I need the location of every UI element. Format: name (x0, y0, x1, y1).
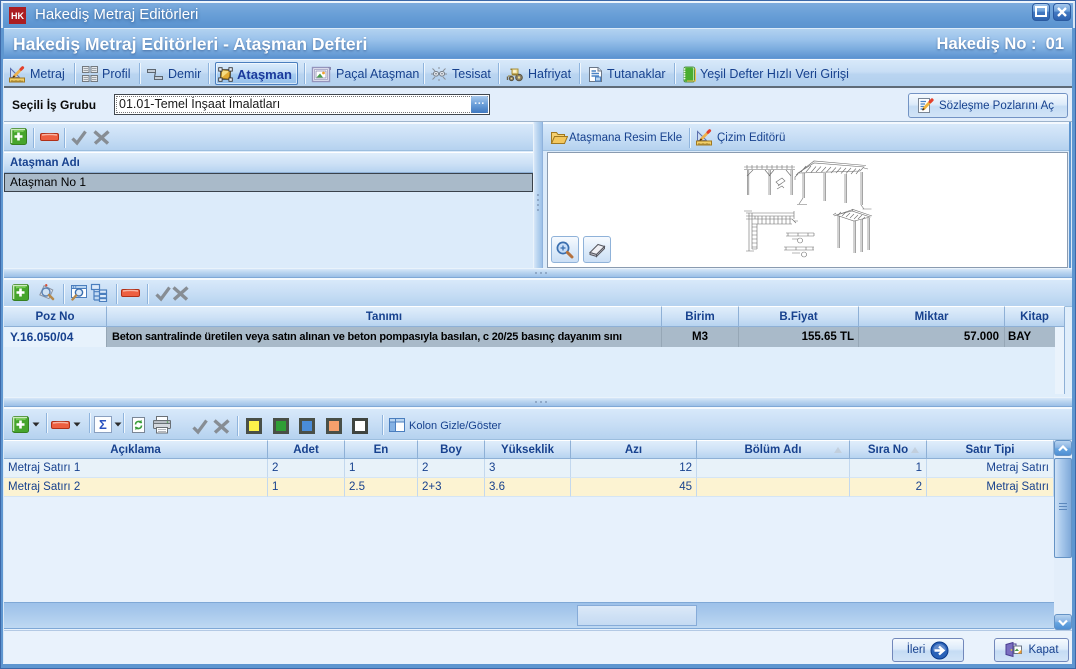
svg-text:Σ: Σ (99, 417, 107, 432)
